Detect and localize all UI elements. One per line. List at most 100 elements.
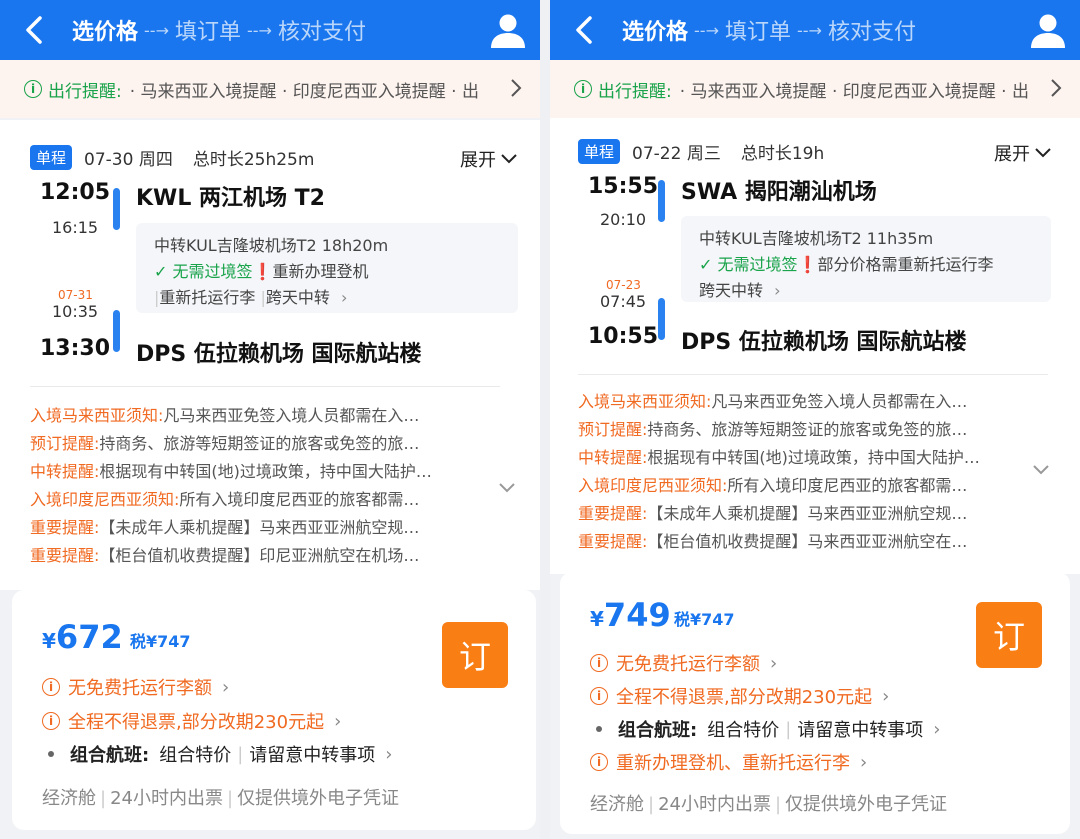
chevron-right-icon: › xyxy=(774,281,781,300)
fare-panel-right: 选价格 --→ 填订单 --→ 核对支付 i 出行提醒: · 马来西亚入境提醒 ·… xyxy=(550,0,1080,839)
flight-card: 单程 07-22 周三 总时长19h 展开 15:55 SWA 揭阳潮汕机场 2… xyxy=(550,118,1080,574)
chevron-right-icon xyxy=(511,79,522,97)
step-arrow: --→ xyxy=(694,20,719,40)
bullet-icon xyxy=(596,726,602,732)
book-button[interactable]: 订 xyxy=(976,602,1042,668)
total-duration: 总时长25h25m xyxy=(192,149,315,170)
notice-label: i 出行提醒: xyxy=(574,77,672,102)
step-select-price: 选价格 xyxy=(622,20,689,45)
step-indicator: 选价格 --→ 填订单 --→ 核对支付 xyxy=(72,14,366,46)
transfer-note: 跨天中转 xyxy=(699,281,764,300)
transfer-info-box[interactable]: 中转KUL吉隆坡机场T2 11h35m ✓ 无需过境签❗部分价格需重新托运行李 … xyxy=(681,216,1051,302)
chevron-right-icon: › xyxy=(385,743,393,765)
travel-notice-bar[interactable]: i 出行提醒: · 马来西亚入境提醒 · 印度尼西亚入境提醒 · 出 xyxy=(0,60,540,118)
departure-airport: SWA 揭阳潮汕机场 xyxy=(681,180,877,205)
trip-summary: 单程 07-22 周三 总时长19h xyxy=(578,136,824,166)
baggage-info[interactable]: i 无免费托运行李额 › xyxy=(590,650,777,676)
layover-arrival-time: 20:10 xyxy=(600,210,647,229)
notice-item: 重要提醒:【未成年人乘机提醒】马来西亚亚洲航空规… xyxy=(30,518,420,537)
transfer-title: 中转KUL吉隆坡机场T2 11h35m xyxy=(699,229,934,248)
chevron-right-icon: › xyxy=(770,652,778,674)
arrival-airport: DPS 伍拉赖机场 国际航站楼 xyxy=(681,330,967,355)
no-transit-visa: 无需过境签 xyxy=(172,262,253,281)
transfer-info-box[interactable]: 中转KUL吉隆坡机场T2 18h20m ✓ 无需过境签❗重新办理登机 |重新托运… xyxy=(136,223,518,313)
chevron-left-icon xyxy=(26,16,42,44)
info-icon: i xyxy=(24,80,42,98)
combo-flight-info[interactable]: 组合航班: 组合特价 | 请留意中转事项 › xyxy=(42,741,392,767)
next-day-date: 07-23 xyxy=(606,278,641,292)
header-bar: 选价格 --→ 填订单 --→ 核对支付 xyxy=(550,0,1080,60)
segment-bar xyxy=(658,298,665,340)
fare-panel-left: 选价格 --→ 填订单 --→ 核对支付 i 出行提醒: · 马来西亚入境提醒 ·… xyxy=(0,0,540,839)
refund-info[interactable]: i 全程不得退票,部分改期230元起 › xyxy=(590,683,889,709)
layover-departure-time: 10:35 xyxy=(52,302,99,321)
back-button[interactable] xyxy=(24,10,56,50)
chevron-right-icon: › xyxy=(222,676,230,698)
exclamation-icon: ❗ xyxy=(252,262,273,281)
combo-flight-info[interactable]: 组合航班: 组合特价 | 请留意中转事项 › xyxy=(590,716,940,742)
info-icon: i xyxy=(590,654,608,672)
info-icon: i xyxy=(574,80,592,98)
price-amount: ¥749 xyxy=(590,596,671,634)
arrival-time: 10:55 xyxy=(588,324,659,349)
chevron-down-icon[interactable] xyxy=(1032,464,1050,476)
refund-info[interactable]: i 全程不得退票,部分改期230元起 › xyxy=(42,708,341,734)
step-arrow: --→ xyxy=(144,20,169,40)
notice-list[interactable]: 入境马来西亚须知:凡马来西亚免签入境人员都需在入… 预订提醒:持商务、旅游等短期… xyxy=(30,402,432,570)
chevron-down-icon xyxy=(1035,148,1051,158)
transfer-note: 重新办理登机 xyxy=(272,262,369,281)
expand-button[interactable]: 展开 xyxy=(994,140,1052,166)
flight-date: 07-22 周三 xyxy=(632,143,721,164)
notice-label: i 出行提醒: xyxy=(24,77,122,102)
notice-item: 入境印度尼西亚须知:所有入境印度尼西亚的旅客都需… xyxy=(30,490,420,509)
info-icon: i xyxy=(590,753,608,771)
bullet-icon xyxy=(48,751,54,757)
step-indicator: 选价格 --→ 填订单 --→ 核对支付 xyxy=(622,14,916,46)
check-icon: ✓ xyxy=(154,262,168,281)
departure-airport: KWL 两江机场 T2 xyxy=(136,186,325,211)
total-duration: 总时长19h xyxy=(740,143,825,164)
next-day-date: 07-31 xyxy=(58,288,93,302)
chevron-down-icon[interactable] xyxy=(498,482,516,494)
expand-button[interactable]: 展开 xyxy=(460,146,518,172)
info-icon: i xyxy=(42,678,60,696)
user-icon[interactable] xyxy=(1028,10,1068,50)
step-arrow: --→ xyxy=(796,20,822,40)
arrival-airport: DPS 伍拉赖机场 国际航站楼 xyxy=(136,342,422,367)
fare-tags: 经济舱 | 24小时内出票 | 仅提供境外电子凭证 xyxy=(590,794,948,815)
user-icon[interactable] xyxy=(488,10,528,50)
notice-item: 重要提醒:【柜台值机收费提醒】马来西亚亚洲航空在… xyxy=(578,532,968,551)
travel-notice-bar[interactable]: i 出行提醒: · 马来西亚入境提醒 · 印度尼西亚入境提醒 · 出 xyxy=(550,60,1080,118)
exclamation-icon: ❗ xyxy=(797,255,818,274)
step-select-price: 选价格 xyxy=(72,20,139,45)
book-button[interactable]: 订 xyxy=(442,622,508,688)
one-way-badge: 单程 xyxy=(578,138,621,164)
price-amount: ¥672 xyxy=(42,618,123,656)
fare-tags: 经济舱 | 24小时内出票 | 仅提供境外电子凭证 xyxy=(42,788,400,809)
chevron-right-icon: › xyxy=(933,718,941,740)
step-pay: 核对支付 xyxy=(277,20,366,45)
back-button[interactable] xyxy=(574,10,606,50)
chevron-left-icon xyxy=(576,16,592,44)
layover-arrival-time: 16:15 xyxy=(52,218,99,237)
chevron-right-icon: › xyxy=(341,288,348,307)
chevron-right-icon xyxy=(1051,79,1062,97)
notice-list[interactable]: 入境马来西亚须知:凡马来西亚免签入境人员都需在入… 预订提醒:持商务、旅游等短期… xyxy=(578,388,980,556)
notice-item: 中转提醒:根据现有中转国(地)过境政策，持中国大陆护… xyxy=(30,462,432,481)
segment-bar xyxy=(113,310,120,352)
divider xyxy=(30,386,500,387)
notice-item: 入境马来西亚须知:凡马来西亚免签入境人员都需在入… xyxy=(578,392,968,411)
chevron-right-icon: › xyxy=(882,685,890,707)
step-fill-order: 填订单 xyxy=(174,20,241,45)
recheck-info[interactable]: i 重新办理登机、重新托运行李 › xyxy=(590,749,867,775)
check-icon: ✓ xyxy=(699,255,713,274)
notice-text: · 马来西亚入境提醒 · 印度尼西亚入境提醒 · 出 xyxy=(679,81,1029,102)
price-card[interactable]: ¥749 税¥747 订 i 无免费托运行李额 › i 全程不得退票,部分改期230元… xyxy=(560,572,1070,834)
transfer-note: 跨天中转 xyxy=(265,288,330,307)
layover-departure-time: 07:45 xyxy=(600,292,647,311)
baggage-info[interactable]: i 无免费托运行李额 › xyxy=(42,674,229,700)
step-pay: 核对支付 xyxy=(827,20,916,45)
notice-text: · 马来西亚入境提醒 · 印度尼西亚入境提醒 · 出 xyxy=(129,81,479,102)
price-card[interactable]: ¥672 税¥747 订 i 无免费托运行李额 › i 全程不得退票,部分改期230元… xyxy=(12,590,536,830)
chevron-right-icon: › xyxy=(860,751,868,773)
